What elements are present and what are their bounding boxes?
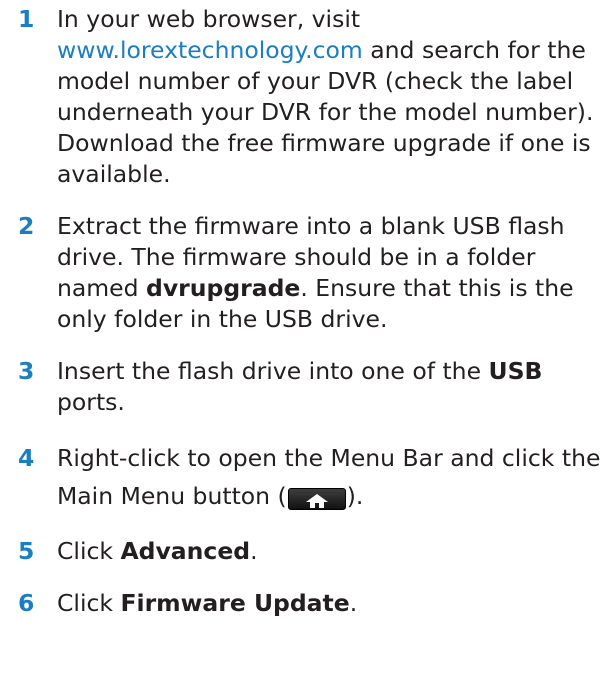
step-1: 1 In your web browser, visit www.lorexte… xyxy=(0,4,603,190)
step-text: Click xyxy=(57,589,113,617)
main-menu-button xyxy=(287,488,346,510)
step-number: 3 xyxy=(18,357,35,385)
step-text: ports. xyxy=(57,388,125,416)
step-3: 3 Insert the flash drive into one of the… xyxy=(0,356,603,418)
lorex-website-link[interactable]: www.lorextechnology.com xyxy=(57,36,363,64)
step-number: 6 xyxy=(18,589,35,617)
step-text: . xyxy=(349,589,358,617)
home-icon xyxy=(305,493,328,508)
step-text: ). xyxy=(346,482,364,510)
instruction-steps: 1 In your web browser, visit www.lorexte… xyxy=(0,4,603,640)
firmware-update-label: Firmware Update xyxy=(120,589,350,617)
step-5: 5 Click Advanced. xyxy=(0,536,603,567)
step-6: 6 Click Firmware Update. xyxy=(0,588,603,619)
step-text: . xyxy=(250,537,258,565)
step-number: 1 xyxy=(18,5,35,33)
step-2: 2 Extract the firmware into a blank USB … xyxy=(0,211,603,335)
step-number: 2 xyxy=(18,212,35,240)
step-text: In your web browser, visit xyxy=(57,5,361,33)
step-text: Insert the flash drive into one of the xyxy=(57,357,482,385)
step-number: 4 xyxy=(18,444,35,472)
step-text: Click xyxy=(57,537,113,565)
step-number: 5 xyxy=(18,537,35,565)
usb-label: USB xyxy=(488,357,543,385)
step-4: 4 Right-click to open the Menu Bar and c… xyxy=(0,439,603,515)
folder-name: dvrupgrade xyxy=(146,274,301,302)
advanced-label: Advanced xyxy=(120,537,251,565)
